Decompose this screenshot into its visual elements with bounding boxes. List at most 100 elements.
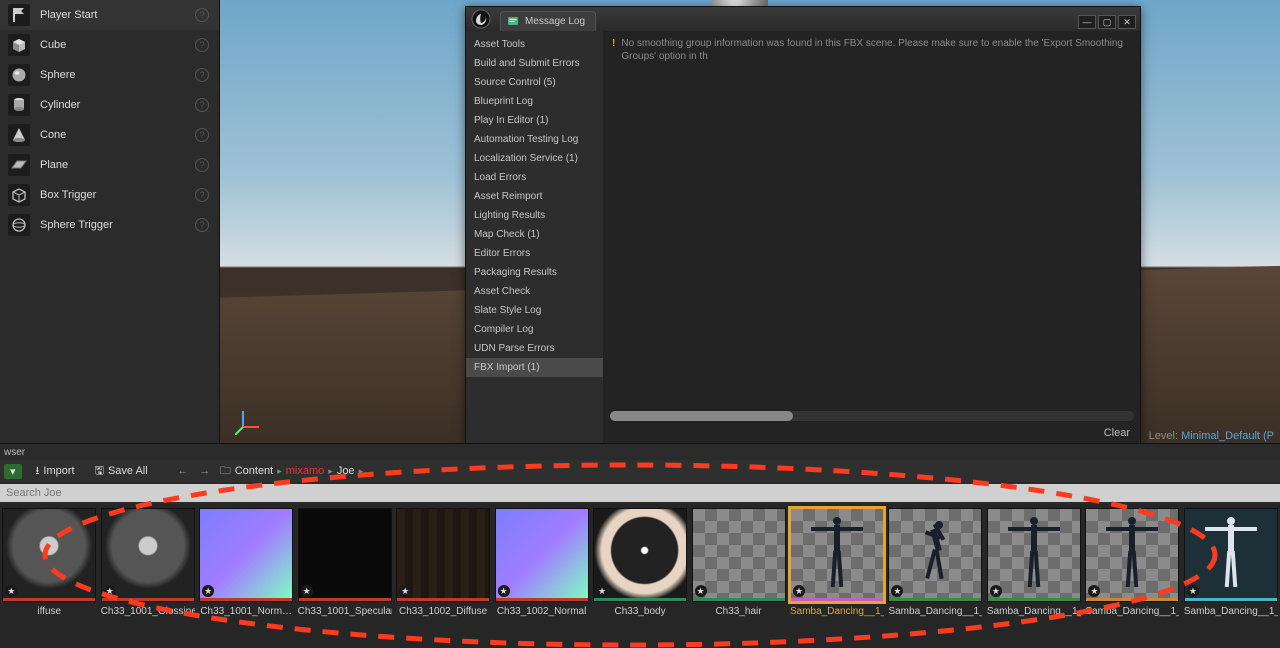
asset-thumbnail[interactable]: ★ <box>692 508 786 602</box>
message-log-category[interactable]: Source Control (5) <box>466 73 603 92</box>
window-maximize-button[interactable]: ▢ <box>1098 15 1116 29</box>
cone-icon <box>8 124 30 146</box>
breadcrumb-mixamo[interactable]: mixamo <box>286 465 325 477</box>
asset-label: Samba_Dancing__1__PhysicsAsset <box>1085 606 1179 630</box>
asset-thumbnail[interactable]: ★ <box>101 508 195 602</box>
actor-item-cylinder[interactable]: Cylinder? <box>0 90 219 120</box>
message-log-category[interactable]: Asset Tools <box>466 35 603 54</box>
asset-thumbnail[interactable]: ★ <box>396 508 490 602</box>
asset-tile[interactable]: ★ Ch33_1002_Diffuse <box>396 508 490 648</box>
asset-tile[interactable]: ★Ch33_1001_Glossiness <box>100 508 194 648</box>
message-log-window[interactable]: Message Log — ▢ ✕ Asset ToolsBuild and S… <box>465 6 1141 444</box>
asset-label: Ch33_1002_Normal <box>495 606 589 630</box>
actor-item-label: Plane <box>40 159 68 171</box>
asset-tile[interactable]: ★Samba_Dancing__1__Anim_mixamo_com <box>888 508 982 648</box>
asset-thumbnail[interactable]: ★ <box>888 508 982 602</box>
actor-item-label: Box Trigger <box>40 189 96 201</box>
message-log-category[interactable]: Asset Check <box>466 282 603 301</box>
sphere-icon <box>8 64 30 86</box>
help-icon[interactable]: ? <box>195 128 209 142</box>
asset-type-stripe <box>791 598 883 601</box>
message-log-entry-text: No smoothing group information was found… <box>621 37 1132 63</box>
save-all-button[interactable]: 🖫 Save All <box>89 461 154 482</box>
asset-tile[interactable]: ★Samba_Dancing__1__Anim_Take_001 <box>987 508 1081 648</box>
help-icon[interactable]: ? <box>195 38 209 52</box>
content-browser-tab-fragment[interactable]: wser <box>0 444 1280 460</box>
asset-tile[interactable]: ★Samba_Dancing__1_ <box>790 508 884 648</box>
message-log-scrollbar[interactable] <box>610 411 1134 421</box>
message-log-entry[interactable]: ! No smoothing group information was fou… <box>604 31 1140 69</box>
message-log-messages[interactable]: ! No smoothing group information was fou… <box>604 31 1140 443</box>
help-icon[interactable]: ? <box>195 188 209 202</box>
message-log-category[interactable]: Load Errors <box>466 168 603 187</box>
nav-forward-button[interactable]: → <box>198 464 212 478</box>
message-log-category[interactable]: Map Check (1) <box>466 225 603 244</box>
message-log-category[interactable]: Play In Editor (1) <box>466 111 603 130</box>
asset-tile[interactable]: ★Ch33_body <box>593 508 687 648</box>
add-new-button[interactable]: ▾ <box>4 464 22 479</box>
message-log-category[interactable]: UDN Parse Errors <box>466 339 603 358</box>
asset-thumbnail[interactable]: ★ <box>987 508 1081 602</box>
asset-thumbnail[interactable]: ★ <box>1085 508 1179 602</box>
nav-back-button[interactable]: ← <box>176 464 190 478</box>
content-browser-assets[interactable]: ★iffuse★Ch33_1001_Glossiness★Ch33_1001_N… <box>0 504 1280 648</box>
scrollbar-thumb[interactable] <box>610 411 793 421</box>
asset-label: iffuse <box>2 606 96 630</box>
message-log-clear-button[interactable]: Clear <box>1104 427 1130 439</box>
message-log-category[interactable]: Compiler Log <box>466 320 603 339</box>
actor-item-box-trigger[interactable]: Box Trigger? <box>0 180 219 210</box>
asset-thumbnail[interactable]: ★ <box>790 508 884 602</box>
asset-dirty-icon: ★ <box>1088 585 1100 597</box>
asset-thumbnail[interactable]: ★ <box>298 508 392 602</box>
actor-item-label: Player Start <box>40 9 97 21</box>
message-log-category[interactable]: Editor Errors <box>466 244 603 263</box>
message-log-category-list[interactable]: Asset ToolsBuild and Submit ErrorsSource… <box>466 31 604 443</box>
actor-item-player-start[interactable]: Player Start? <box>0 0 219 30</box>
asset-tile[interactable]: ★ Ch33_1002_Normal <box>494 508 588 648</box>
asset-tile[interactable]: ★Samba_Dancing__1__Skeleton <box>1184 508 1278 648</box>
help-icon[interactable]: ? <box>195 158 209 172</box>
message-log-category[interactable]: Build and Submit Errors <box>466 54 603 73</box>
content-browser-search-input[interactable] <box>0 484 1280 502</box>
asset-type-stripe <box>3 598 95 601</box>
asset-label: Ch33_1001_Norm… <box>199 606 293 630</box>
asset-tile[interactable]: ★ Samba_Dancing__1__PhysicsAsset <box>1085 508 1179 648</box>
asset-tile[interactable]: ★Ch33_1001_Specular <box>297 508 391 648</box>
asset-thumbnail[interactable]: ★ <box>593 508 687 602</box>
help-icon[interactable]: ? <box>195 98 209 112</box>
actor-item-cone[interactable]: Cone? <box>0 120 219 150</box>
actor-item-plane[interactable]: Plane? <box>0 150 219 180</box>
asset-dirty-icon: ★ <box>301 585 313 597</box>
asset-thumbnail[interactable]: ★ <box>495 508 589 602</box>
message-log-category[interactable]: Lighting Results <box>466 206 603 225</box>
window-close-button[interactable]: ✕ <box>1118 15 1136 29</box>
message-log-category[interactable]: Asset Reimport <box>466 187 603 206</box>
message-log-titlebar[interactable]: Message Log — ▢ ✕ <box>466 7 1140 31</box>
message-log-category[interactable]: Slate Style Log <box>466 301 603 320</box>
unreal-logo-icon <box>470 8 492 30</box>
message-log-category[interactable]: Blueprint Log <box>466 92 603 111</box>
help-icon[interactable]: ? <box>195 8 209 22</box>
asset-thumbnail[interactable]: ★ <box>2 508 96 602</box>
help-icon[interactable]: ? <box>195 218 209 232</box>
message-log-category[interactable]: Packaging Results <box>466 263 603 282</box>
asset-thumbnail[interactable]: ★ <box>199 508 293 602</box>
asset-tile[interactable]: ★Ch33_hair <box>691 508 785 648</box>
asset-tile[interactable]: ★ iffuse <box>2 508 96 648</box>
actor-item-cube[interactable]: Cube? <box>0 30 219 60</box>
message-log-category[interactable]: FBX Import (1) <box>466 358 603 377</box>
asset-label: Ch33_1002_Diffuse <box>396 606 490 630</box>
breadcrumb-content[interactable]: Content <box>235 465 274 477</box>
breadcrumb-joe[interactable]: Joe <box>337 465 355 477</box>
asset-thumbnail[interactable]: ★ <box>1184 508 1278 602</box>
actor-item-sphere[interactable]: Sphere? <box>0 60 219 90</box>
message-log-category[interactable]: Localization Service (1) <box>466 149 603 168</box>
asset-tile[interactable]: ★ Ch33_1001_Norm… <box>199 508 293 648</box>
window-minimize-button[interactable]: — <box>1078 15 1096 29</box>
message-log-category[interactable]: Automation Testing Log <box>466 130 603 149</box>
chevron-right-icon: ▸ <box>328 466 333 477</box>
help-icon[interactable]: ? <box>195 68 209 82</box>
import-button[interactable]: ⭳ Import <box>30 461 81 482</box>
actor-item-sphere-trigger[interactable]: Sphere Trigger? <box>0 210 219 240</box>
message-log-tab[interactable]: Message Log <box>500 11 596 31</box>
